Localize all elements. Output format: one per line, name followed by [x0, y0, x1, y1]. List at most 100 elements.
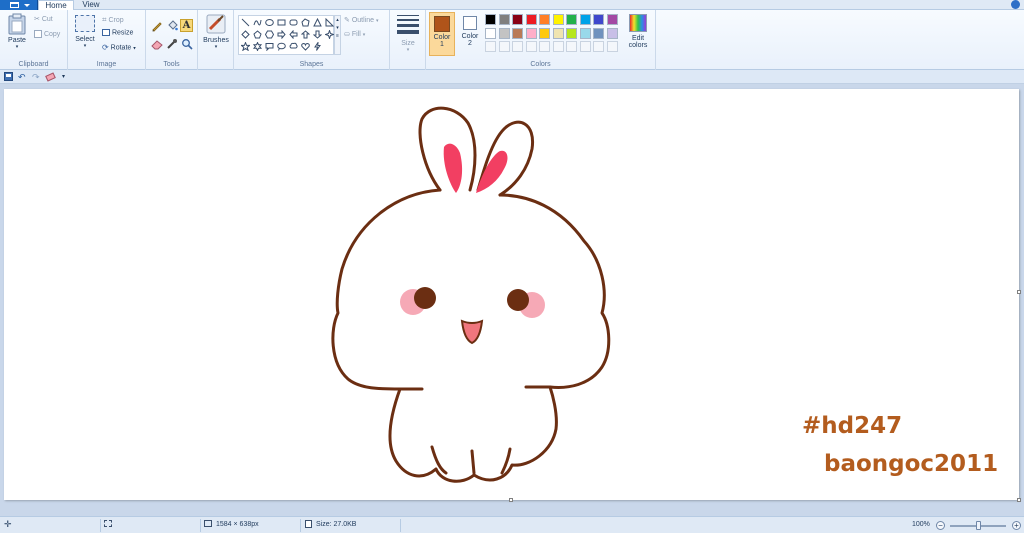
- polygon-shape-icon[interactable]: [300, 17, 311, 28]
- custom-color-slot[interactable]: [485, 41, 496, 52]
- color-swatch[interactable]: [539, 14, 550, 25]
- resize-handle-right[interactable]: [1017, 290, 1021, 294]
- oval-callout-shape-icon[interactable]: [276, 41, 287, 52]
- chevron-down-icon[interactable]: ▾: [335, 24, 340, 32]
- custom-color-slot[interactable]: [552, 41, 564, 52]
- color-swatch[interactable]: [566, 14, 577, 25]
- custom-color-slot[interactable]: [525, 41, 537, 52]
- watermark-line1: #hd247: [802, 413, 903, 439]
- diamond-shape-icon[interactable]: [240, 29, 251, 40]
- size-button[interactable]: Size ▾: [394, 15, 422, 53]
- resize-button[interactable]: Resize: [102, 29, 133, 36]
- eraser-icon[interactable]: [151, 38, 163, 50]
- pencil-icon[interactable]: [151, 20, 163, 32]
- custom-color-slot[interactable]: [498, 41, 510, 52]
- color-swatch[interactable]: [606, 27, 618, 39]
- crop-button[interactable]: ⌗ Crop: [102, 15, 124, 25]
- pentagon-shape-icon[interactable]: [252, 29, 263, 40]
- color-swatch[interactable]: [498, 14, 510, 25]
- shapes-gallery-scrollbar[interactable]: ▴ ▾ ≡: [334, 15, 341, 55]
- chevron-down-icon[interactable]: ▾: [3, 44, 31, 50]
- chevron-up-icon[interactable]: ▴: [335, 16, 340, 24]
- zoom-slider-thumb[interactable]: [976, 521, 981, 530]
- line-shape-icon[interactable]: [240, 17, 251, 28]
- triangle-shape-icon[interactable]: [312, 17, 323, 28]
- custom-color-slot[interactable]: [579, 41, 591, 52]
- chevron-down-icon[interactable]: ▾: [72, 43, 98, 49]
- drawing-canvas[interactable]: #hd247 baongoc2011: [4, 89, 1019, 500]
- rectangle-shape-icon[interactable]: [276, 17, 287, 28]
- status-bar: ✛ 1584 × 638px Size: 27.0KB 100% − +: [0, 516, 1024, 533]
- color-swatch[interactable]: [498, 27, 510, 39]
- zoom-in-button[interactable]: +: [1012, 521, 1021, 530]
- outline-label: Outline: [351, 16, 375, 24]
- fill-bucket-icon[interactable]: [166, 20, 178, 32]
- color2-button[interactable]: Color 2: [457, 12, 483, 56]
- copy-label: Copy: [43, 30, 61, 38]
- file-menu-icon: [10, 2, 19, 8]
- color1-button[interactable]: Color 1: [429, 12, 455, 56]
- undo-icon[interactable]: ↶: [18, 72, 28, 82]
- custom-color-slot[interactable]: [606, 41, 618, 52]
- custom-color-slot[interactable]: [593, 41, 604, 52]
- eraser-qat-icon[interactable]: [45, 72, 56, 82]
- magnifier-icon[interactable]: [181, 38, 193, 50]
- color-swatch[interactable]: [579, 14, 591, 25]
- save-icon[interactable]: [4, 72, 14, 82]
- color-swatch[interactable]: [512, 27, 523, 39]
- color-swatch[interactable]: [512, 14, 523, 25]
- five-point-star-shape-icon[interactable]: [240, 41, 251, 52]
- chevron-down-icon[interactable]: ▾: [394, 47, 422, 53]
- text-tool-icon[interactable]: A: [180, 19, 193, 32]
- zoom-out-button[interactable]: −: [936, 521, 945, 530]
- curve-shape-icon[interactable]: [252, 17, 263, 28]
- color-swatch[interactable]: [593, 27, 604, 39]
- rounded-rectangle-shape-icon[interactable]: [288, 17, 299, 28]
- color-swatch[interactable]: [485, 14, 496, 25]
- copy-button[interactable]: Copy: [34, 30, 60, 38]
- color-swatch[interactable]: [606, 14, 618, 25]
- color-swatch[interactable]: [552, 14, 564, 25]
- divider: [400, 519, 401, 532]
- paste-button[interactable]: Paste ▾: [3, 13, 31, 50]
- color-swatch[interactable]: [539, 27, 550, 39]
- color-swatch[interactable]: [552, 27, 564, 39]
- outline-button[interactable]: ✎ Outline ▾: [344, 16, 378, 24]
- file-menu-button[interactable]: [0, 0, 38, 10]
- left-arrow-shape-icon[interactable]: [288, 29, 299, 40]
- custom-color-slot[interactable]: [566, 41, 577, 52]
- six-point-star-shape-icon[interactable]: [252, 41, 263, 52]
- color-swatch[interactable]: [593, 14, 604, 25]
- select-button[interactable]: Select ▾: [72, 15, 98, 49]
- color-picker-icon[interactable]: [166, 38, 178, 50]
- lightning-shape-icon[interactable]: [312, 41, 323, 52]
- help-icon[interactable]: [1011, 0, 1020, 9]
- custom-color-slot[interactable]: [539, 41, 550, 52]
- up-arrow-shape-icon[interactable]: [300, 29, 311, 40]
- color-swatch[interactable]: [485, 27, 496, 39]
- brushes-button[interactable]: Brushes ▾: [201, 13, 231, 50]
- resize-handle-corner[interactable]: [1017, 498, 1021, 502]
- chevron-down-icon[interactable]: ▾: [201, 44, 231, 50]
- color-swatch[interactable]: [566, 27, 577, 39]
- color-swatch[interactable]: [579, 27, 591, 39]
- resize-handle-bottom[interactable]: [509, 498, 513, 502]
- rounded-callout-shape-icon[interactable]: [264, 41, 275, 52]
- fill-button[interactable]: ⛀ Fill ▾: [344, 30, 365, 38]
- expand-gallery-icon[interactable]: ≡: [335, 32, 340, 40]
- color-swatch[interactable]: [525, 14, 537, 25]
- right-arrow-shape-icon[interactable]: [276, 29, 287, 40]
- rotate-button[interactable]: ⟳ Rotate ▾: [102, 43, 136, 52]
- custom-color-slot[interactable]: [512, 41, 523, 52]
- redo-icon[interactable]: ↷: [32, 72, 42, 82]
- hexagon-shape-icon[interactable]: [264, 29, 275, 40]
- color-swatch[interactable]: [525, 27, 537, 39]
- oval-shape-icon[interactable]: [264, 17, 275, 28]
- down-arrow-shape-icon[interactable]: [312, 29, 323, 40]
- outline-icon: ✎: [344, 17, 350, 24]
- customize-qat-icon[interactable]: ▾: [62, 72, 72, 82]
- edit-colors-button[interactable]: Edit colors: [623, 14, 653, 49]
- cut-button[interactable]: ✂ Cut: [34, 15, 53, 23]
- heart-shape-icon[interactable]: [300, 41, 311, 52]
- cloud-callout-shape-icon[interactable]: [288, 41, 299, 52]
